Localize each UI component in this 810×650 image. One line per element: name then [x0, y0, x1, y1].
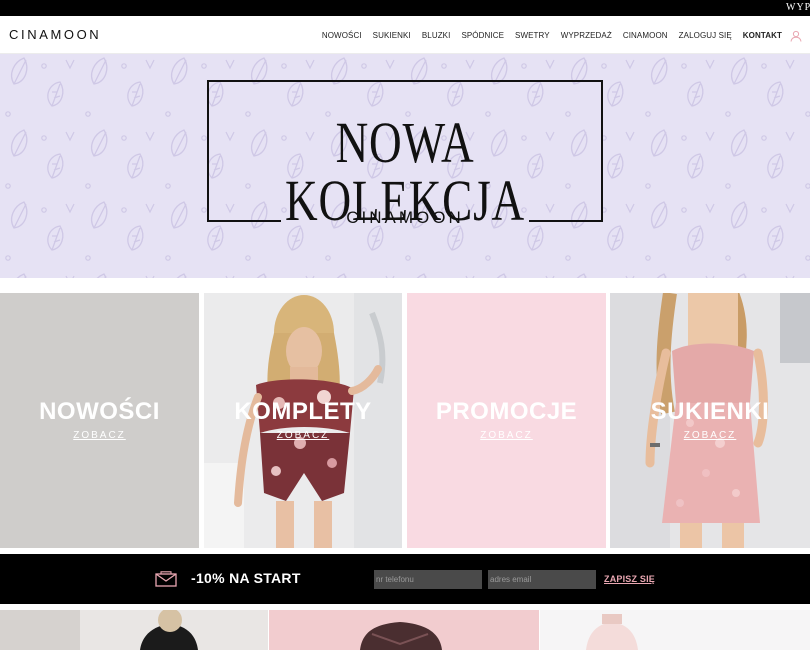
nav-item-sukienki[interactable]: SUKIENKI: [373, 31, 411, 40]
nav-item-login[interactable]: ZALOGUJ SIĘ: [679, 31, 732, 40]
tile-sukienki[interactable]: SUKIENKI ZOBACZ: [610, 293, 810, 548]
hero-banner[interactable]: NOWA KOLEKCJA CINAMOON: [0, 54, 810, 278]
tile-title: NOWOŚCI: [39, 398, 160, 425]
product-strip: [0, 608, 810, 650]
email-input[interactable]: [488, 570, 596, 589]
nav-item-nowosci[interactable]: NOWOŚCI: [322, 31, 362, 40]
hero-subtitle: CINAMOON: [346, 208, 464, 227]
tile-komplety[interactable]: KOMPLETY ZOBACZ: [204, 293, 402, 548]
tile-link[interactable]: ZOBACZ: [204, 430, 402, 441]
top-announcement-bar: WYPR: [0, 0, 810, 16]
tile-nowosci[interactable]: NOWOŚCI ZOBACZ: [0, 293, 199, 548]
announcement-text: WYPR: [786, 2, 810, 13]
nav-item-wyprzedaz[interactable]: WYPRZEDAŻ: [561, 31, 612, 40]
user-icon[interactable]: [790, 29, 802, 42]
site-logo[interactable]: CINAMOON: [9, 27, 101, 42]
envelope-icon: [155, 571, 177, 592]
subscribe-button[interactable]: ZAPISZ SIĘ: [604, 574, 655, 584]
category-tiles: NOWOŚCI ZOBACZ KOMPLETY ZOBACZ PROMOCJE …: [0, 293, 810, 548]
nav-item-swetry[interactable]: SWETRY: [515, 31, 550, 40]
tile-promocje[interactable]: PROMOCJE ZOBACZ: [407, 293, 606, 548]
newsletter-bar: -10% NA START ZAPISZ SIĘ: [0, 554, 810, 604]
tile-link[interactable]: ZOBACZ: [610, 430, 810, 441]
nav-item-spodnice[interactable]: SPÓDNICE: [461, 31, 504, 40]
site-header: CINAMOON NOWOŚCI SUKIENKI BLUZKI SPÓDNIC…: [0, 16, 810, 54]
main-nav: NOWOŚCI SUKIENKI BLUZKI SPÓDNICE SWETRY …: [311, 16, 802, 54]
nav-item-cinamoon[interactable]: CINAMOON: [623, 31, 668, 40]
tile-title: KOMPLETY: [234, 398, 372, 425]
tile-link[interactable]: ZOBACZ: [0, 430, 199, 441]
product-thumbnails: [0, 608, 810, 650]
tile-title: SUKIENKI: [650, 398, 770, 425]
tile-title: PROMOCJE: [435, 398, 578, 425]
nav-item-bluzki[interactable]: BLUZKI: [422, 31, 451, 40]
tile-link[interactable]: ZOBACZ: [407, 430, 606, 441]
newsletter-promo-text: -10% NA START: [191, 570, 301, 586]
phone-input[interactable]: [374, 570, 482, 589]
nav-item-kontakt[interactable]: KONTAKT: [743, 31, 782, 40]
